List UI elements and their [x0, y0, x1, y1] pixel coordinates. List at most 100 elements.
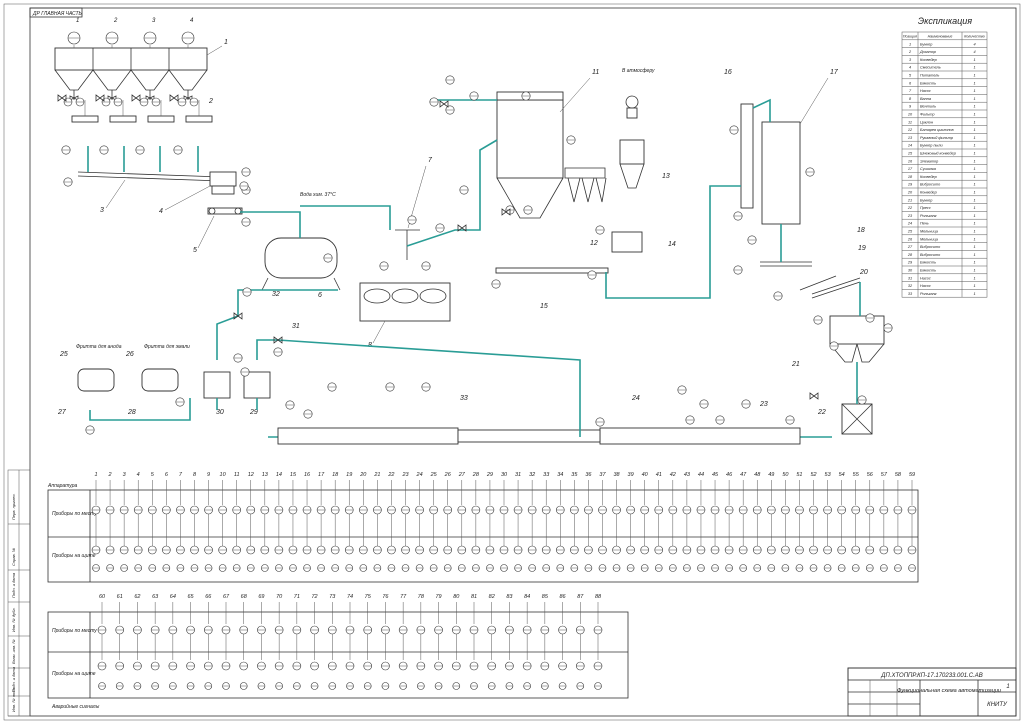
pos-label: 4	[190, 18, 194, 24]
explication-cell: 25	[907, 230, 913, 234]
panel-instrument-icon	[683, 564, 691, 572]
field-instrument-icon	[570, 505, 579, 515]
panel-instrument-icon	[317, 564, 325, 572]
explication-cell: Бункер пыли	[920, 144, 943, 148]
explication-cell: Вибросито	[920, 245, 940, 249]
process-instrument-icon	[233, 353, 243, 363]
panel-instrument-icon	[133, 661, 142, 671]
panel-2-number: 83	[506, 594, 513, 600]
explication-cell: 29	[907, 261, 913, 265]
panel-1-number: 58	[895, 472, 902, 478]
panel-1-number: 32	[529, 472, 535, 478]
field-instrument-icon	[443, 505, 453, 515]
process-instrument-icon	[273, 347, 283, 357]
explication-cell: 28	[907, 253, 913, 257]
panel-2-number: 85	[542, 594, 549, 600]
panel-instrument-icon	[292, 661, 302, 671]
panel-instrument-icon	[472, 564, 480, 572]
explication-cell: 1	[973, 222, 975, 226]
tank-29-30: 30 29 32 31	[203, 291, 300, 416]
panel-instrument-icon	[363, 661, 373, 671]
bunker-21: 21	[791, 315, 885, 368]
explication-cell: Конвейер	[920, 175, 937, 179]
panel-instrument-icon	[162, 564, 171, 572]
panel-1-number: 27	[458, 472, 466, 478]
panel-instrument-icon	[457, 545, 467, 555]
panel-instrument-icon	[669, 564, 677, 572]
panel-1-number: 30	[501, 472, 508, 478]
panel-instrument-icon	[416, 661, 426, 671]
panel-instrument-icon	[434, 661, 443, 671]
feeder-5: 5	[193, 207, 243, 254]
explication-cell: 9	[909, 105, 912, 109]
panel-instrument-icon	[542, 564, 551, 572]
panel-instrument-icon	[289, 564, 297, 572]
explication-cell: 1	[973, 261, 975, 265]
panel-1-number: 23	[401, 472, 409, 478]
explication-header: Позиция	[903, 35, 917, 39]
panel-1-number: 16	[304, 472, 311, 478]
bunker-cone-2	[92, 69, 132, 91]
frit-enamel-label: Фритта для эмали	[144, 344, 190, 350]
process-instrument-icon	[729, 125, 739, 135]
panel-instrument-icon	[417, 682, 425, 690]
field-instrument-icon	[471, 505, 481, 515]
panel-1-title: Аппаратура	[47, 483, 78, 489]
field-instrument-icon	[190, 505, 199, 515]
panel-instrument-icon	[809, 545, 818, 555]
panel-instrument-icon	[303, 564, 311, 572]
field-instrument-icon	[907, 505, 917, 515]
panel-2-number: 62	[134, 594, 140, 600]
explication-cell: 18	[908, 175, 913, 179]
panel-instrument-icon	[190, 545, 199, 555]
control-panel-2: Приборы по месту Приборы на щите Аварийн…	[47, 594, 629, 710]
field-instrument-icon	[724, 505, 734, 515]
panel-instrument-icon	[837, 564, 846, 572]
panel-instrument-icon	[851, 545, 861, 555]
explication-cell: 1	[973, 97, 975, 101]
panel-instrument-icon	[288, 545, 298, 555]
field-instrument-icon	[598, 505, 607, 515]
panel-instrument-icon	[781, 564, 790, 572]
field-instrument-icon	[288, 505, 298, 515]
panel-1-number: 36	[585, 472, 592, 478]
panel-2-number: 68	[241, 594, 248, 600]
panel-1-number: 11	[234, 472, 240, 478]
panel-instrument-icon	[682, 545, 692, 555]
panel-instrument-icon	[593, 661, 603, 671]
field-instrument-icon	[381, 625, 390, 635]
panel-instrument-icon	[246, 564, 255, 572]
title-block-org: КНИТУ	[987, 702, 1008, 708]
panel-2-number: 63	[152, 594, 159, 600]
panel-1-number: 33	[543, 472, 550, 478]
explication-cell: Смеситель	[920, 66, 941, 70]
field-instrument-icon	[345, 625, 355, 635]
conveyor-18: 18	[760, 227, 865, 267]
explication-cell: 1	[973, 152, 975, 156]
field-instrument-icon	[823, 505, 832, 515]
explication-table: Экспликация Позиция Наименование Количеств…	[901, 16, 988, 298]
panel-instrument-icon	[654, 545, 664, 555]
dosers-group	[63, 90, 213, 123]
bunker-top-instruments: 1 2 3 4	[67, 18, 195, 48]
svg-text:30: 30	[216, 409, 224, 416]
explication-cell: 1	[973, 253, 975, 257]
explication-cell: 27	[907, 245, 913, 249]
panel-instrument-icon	[331, 564, 339, 572]
panel-1-number: 26	[444, 472, 452, 478]
svg-text:14: 14	[668, 241, 676, 248]
field-instrument-icon	[879, 505, 889, 515]
explication-cell: Элеватор	[920, 159, 938, 163]
process-instrument-icon	[587, 270, 597, 280]
field-instrument-icon	[133, 505, 143, 515]
panel-instrument-icon	[260, 545, 270, 555]
svg-text:18: 18	[857, 227, 865, 234]
panel-1-row-2: Приборы на щите	[52, 553, 96, 559]
field-instrument-icon	[527, 505, 537, 515]
field-instrument-icon	[147, 505, 157, 515]
field-instrument-icon	[809, 505, 818, 515]
panel-1-number: 57	[881, 472, 888, 478]
side-stamp-label: Перв. примен.	[11, 493, 16, 520]
water-pipe-label: Вода хим. 37°С	[300, 192, 336, 198]
cyclone-battery-12: 12	[564, 167, 607, 247]
